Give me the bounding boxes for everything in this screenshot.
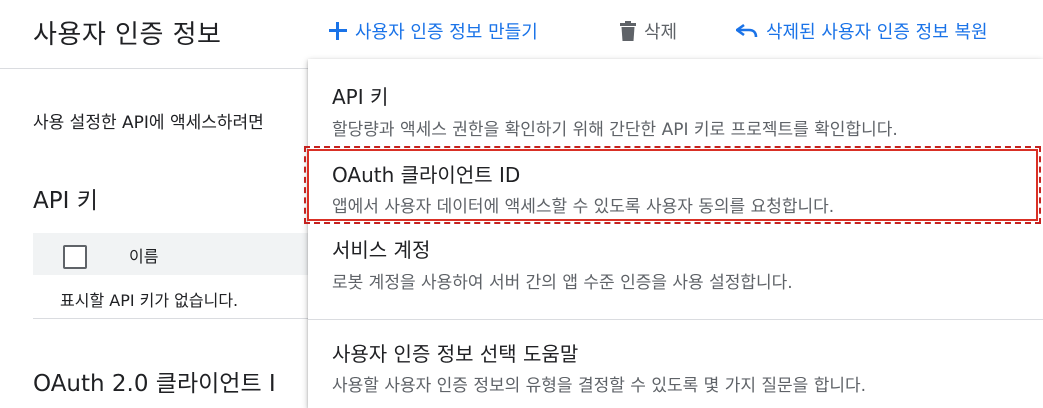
menu-item-description: 앱에서 사용자 데이터에 액세스할 수 있도록 사용자 동의를 요청합니다. [332, 197, 835, 217]
menu-item-api-key[interactable]: API 키 할당량과 액세스 권한을 확인하기 위해 간단한 API 키로 프로… [308, 59, 1043, 144]
column-header-name: 이름 [129, 247, 159, 266]
create-credentials-menu: API 키 할당량과 액세스 권한을 확인하기 위해 간단한 API 키로 프로… [304, 59, 1043, 408]
delete-button[interactable]: 삭제 [620, 18, 677, 44]
create-credentials-button[interactable]: 사용자 인증 정보 만들기 [329, 18, 538, 44]
create-credentials-label: 사용자 인증 정보 만들기 [355, 22, 538, 43]
menu-divider [308, 319, 1043, 320]
table-divider [33, 318, 308, 319]
menu-item-label: 서비스 계정 [332, 238, 431, 262]
select-all-checkbox[interactable] [63, 245, 87, 269]
table-header: 이름 [33, 233, 308, 275]
restore-label: 삭제된 사용자 인증 정보 복원 [766, 22, 988, 43]
menu-item-description: 사용할 사용자 인증 정보의 유형을 결정할 수 있도록 몇 가지 질문을 합니… [332, 376, 867, 396]
plus-icon [329, 22, 347, 40]
menu-item-service-account[interactable]: 서비스 계정 로봇 계정을 사용하여 서버 간의 앱 수준 인증을 사용 설정합… [308, 226, 1043, 316]
delete-label: 삭제 [644, 22, 678, 43]
menu-item-help-me-choose[interactable]: 사용자 인증 정보 선택 도움말 사용할 사용자 인증 정보의 유형을 결정할 … [308, 321, 1043, 408]
undo-icon [736, 23, 758, 38]
menu-item-oauth-client-id[interactable]: OAuth 클라이언트 ID 앱에서 사용자 데이터에 액세스할 수 있도록 사… [308, 146, 1043, 224]
api-keys-heading: API 키 [33, 188, 98, 214]
menu-item-label: OAuth 클라이언트 ID [332, 163, 521, 187]
empty-table-text: 표시할 API 키가 없습니다. [60, 291, 239, 310]
menu-item-description: 할당량과 액세스 권한을 확인하기 위해 간단한 API 키로 프로젝트를 확인… [332, 120, 898, 140]
menu-item-label: 사용자 인증 정보 선택 도움말 [332, 342, 579, 366]
trash-icon [620, 21, 636, 41]
description-text: 사용 설정한 API에 액세스하려면 [33, 113, 264, 133]
restore-deleted-credentials-button[interactable]: 삭제된 사용자 인증 정보 복원 [736, 18, 988, 44]
page-title: 사용자 인증 정보 [33, 20, 222, 50]
oauth-heading: OAuth 2.0 클라이언트 I [33, 371, 276, 397]
menu-item-label: API 키 [332, 85, 389, 109]
menu-item-description: 로봇 계정을 사용하여 서버 간의 앱 수준 인증을 사용 설정합니다. [332, 273, 793, 293]
